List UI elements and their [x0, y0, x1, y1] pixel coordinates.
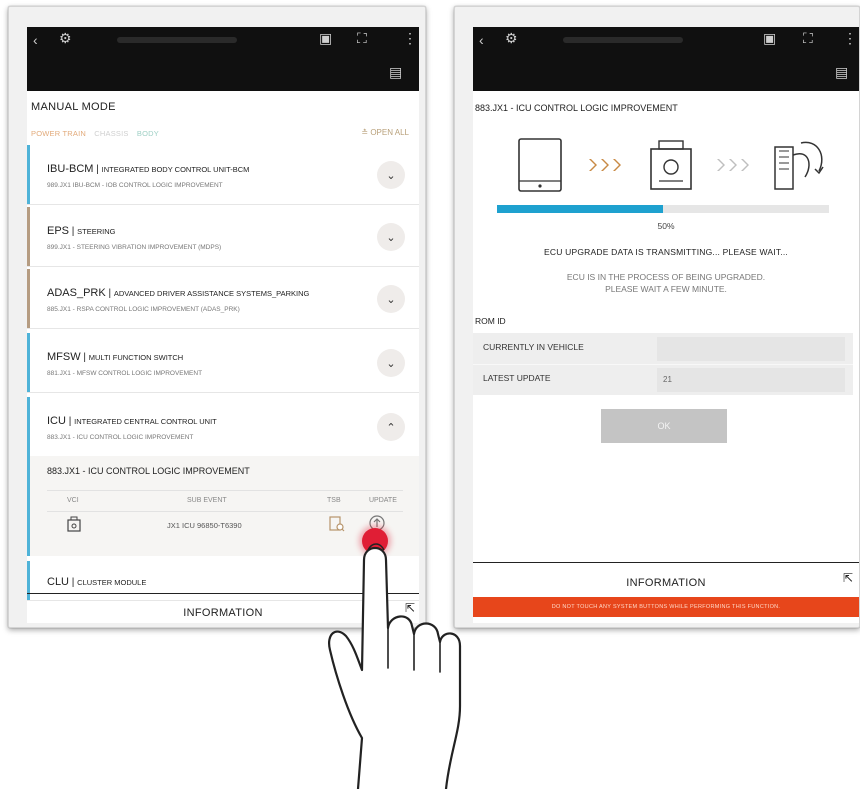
progress-fill: [497, 205, 663, 213]
column-header: SUB EVENT: [187, 497, 227, 504]
system-code: MFSW: [47, 351, 81, 363]
ok-button[interactable]: OK: [601, 409, 727, 443]
chevron-down-icon[interactable]: ⌄: [377, 161, 405, 189]
back-icon[interactable]: ‹: [479, 33, 484, 47]
accent-bar: [27, 145, 30, 204]
system-full-name: CLUSTER MODULE: [77, 578, 147, 587]
status-area: [117, 37, 237, 43]
rom-row-label: LATEST UPDATE: [483, 373, 551, 383]
system-full-name: STEERING: [77, 227, 116, 236]
system-code: CLU: [47, 576, 70, 588]
chevron-down-icon[interactable]: ⌄: [377, 223, 405, 251]
system-code: EPS: [47, 225, 70, 237]
device-status-icon[interactable]: ▣: [319, 31, 332, 45]
more-menu-icon[interactable]: ⋮: [403, 31, 417, 45]
event-title: 883.JX1 - ICU CONTROL LOGIC IMPROVEMENT: [47, 466, 250, 476]
event-title: 883.JX1 - ICU CONTROL LOGIC IMPROVEMENT: [475, 103, 678, 113]
open-all-label: OPEN ALL: [370, 128, 409, 137]
seat-module-icon: [774, 141, 824, 190]
system-name: EPS | STEERING: [47, 225, 116, 237]
pointing-hand-illustration: [328, 543, 462, 789]
category-tabs: POWER TRAIN CHASSIS BODY: [31, 129, 165, 138]
system-name: CLU | CLUSTER MODULE: [47, 576, 147, 588]
upgrade-flow-diagram: [518, 138, 824, 192]
system-code: ADAS_PRK: [47, 287, 106, 299]
vci-device-icon: [650, 140, 692, 190]
top-bar: ‹ ⚙ ▣ ⛶ ⋮ ▤: [27, 27, 419, 91]
system-event: 885.JX1 - RSPA CONTROL LOGIC IMPROVEMENT…: [47, 306, 240, 313]
rom-row-value: [657, 337, 845, 361]
vci-gear-icon[interactable]: ⚙: [505, 31, 518, 45]
chevron-down-icon[interactable]: ⌄: [377, 285, 405, 313]
accent-bar: [27, 456, 30, 556]
system-name: ICU | INTEGRATED CENTRAL CONTROL UNIT: [47, 415, 217, 427]
accent-bar: [27, 269, 30, 328]
status-detail-line: ECU IS IN THE PROCESS OF BEING UPGRADED.: [566, 272, 766, 282]
status-detail: ECU IS IN THE PROCESS OF BEING UPGRADED.…: [473, 271, 859, 295]
system-row-mfsw[interactable]: MFSW | MULTI FUNCTION SWITCH 881.JX1 - M…: [27, 333, 419, 393]
system-event: 881.JX1 - MFSW CONTROL LOGIC IMPROVEMENT: [47, 370, 203, 377]
more-menu-icon[interactable]: ⋮: [843, 31, 857, 45]
vci-icon: [67, 516, 81, 532]
tab-power-train[interactable]: POWER TRAIN: [31, 129, 86, 138]
status-detail-line: PLEASE WAIT A FEW MINUTE.: [605, 284, 727, 294]
status-area: [563, 37, 683, 43]
system-name: IBU-BCM | INTEGRATED BODY CONTROL UNIT-B…: [47, 163, 250, 175]
column-header: VCI: [67, 497, 79, 504]
tab-chassis[interactable]: CHASSIS: [94, 129, 128, 138]
top-bar: ‹ ⚙ ▣ ⛶ ⋮ ▤: [473, 27, 859, 91]
screenshot-icon[interactable]: ⛶: [357, 31, 367, 45]
system-event: 899.JX1 - STEERING VIBRATION IMPROVEMENT…: [47, 244, 222, 251]
accent-bar: [27, 397, 30, 456]
page-title: MANUAL MODE: [31, 101, 116, 113]
arrows-active-icon: [589, 159, 621, 171]
system-code: IBU-BCM: [47, 163, 94, 175]
system-row-ibu-bcm[interactable]: IBU-BCM | INTEGRATED BODY CONTROL UNIT-B…: [27, 145, 419, 205]
rom-row-value: 21: [657, 368, 845, 392]
sub-event-cell: JX1 ICU 96850-T6390: [167, 521, 242, 530]
accent-bar: [27, 333, 30, 392]
right-tablet: ‹ ⚙ ▣ ⛶ ⋮ ▤ 883.JX1 - ICU CONTROL LOGIC …: [454, 6, 860, 628]
open-all-button[interactable]: ≛ OPEN ALL: [361, 128, 409, 137]
arrows-pending-icon: [717, 159, 749, 171]
system-row-icu[interactable]: ICU | INTEGRATED CENTRAL CONTROL UNIT 88…: [27, 397, 419, 457]
accent-bar: [27, 561, 30, 600]
chevron-down-icon[interactable]: ⌄: [377, 349, 405, 377]
accent-bar: [27, 207, 30, 266]
back-icon[interactable]: ‹: [33, 33, 38, 47]
system-name: ADAS_PRK | ADVANCED DRIVER ASSISTANCE SY…: [47, 287, 310, 299]
progress-percent: 50%: [657, 221, 675, 231]
rom-row-label: CURRENTLY IN VEHICLE: [483, 342, 584, 352]
device-status-icon[interactable]: ▣: [763, 31, 776, 45]
warning-banner: DO NOT TOUCH ANY SYSTEM BUTTONS WHILE PE…: [473, 597, 859, 617]
divider: [473, 364, 853, 365]
tablet-icon: [518, 138, 562, 192]
screenshot-icon[interactable]: ⛶: [803, 31, 813, 45]
tab-body[interactable]: BODY: [137, 129, 159, 138]
vci-gear-icon[interactable]: ⚙: [59, 31, 72, 45]
system-full-name: INTEGRATED CENTRAL CONTROL UNIT: [74, 417, 217, 426]
rom-id-label: ROM ID: [475, 316, 506, 326]
status-message: ECU UPGRADE DATA IS TRANSMITTING... PLEA…: [544, 247, 788, 257]
system-full-name: MULTI FUNCTION SWITCH: [88, 353, 184, 362]
right-screen: ‹ ⚙ ▣ ⛶ ⋮ ▤ 883.JX1 - ICU CONTROL LOGIC …: [473, 27, 859, 623]
system-full-name: INTEGRATED BODY CONTROL UNIT-BCM: [101, 165, 250, 174]
system-name: MFSW | MULTI FUNCTION SWITCH: [47, 351, 184, 363]
system-code: ICU: [47, 415, 66, 427]
system-row-eps[interactable]: EPS | STEERING 899.JX1 - STEERING VIBRAT…: [27, 207, 419, 267]
system-full-name: ADVANCED DRIVER ASSISTANCE SYSTEMS_PARKI…: [113, 289, 310, 298]
rom-id-table: CURRENTLY IN VEHICLE LATEST UPDATE 21: [473, 333, 853, 395]
information-button[interactable]: INFORMATION: [473, 577, 859, 589]
share-icon[interactable]: ⇱: [843, 571, 853, 585]
chevron-up-icon[interactable]: ⌃: [377, 413, 405, 441]
system-event: 989.JX1 IBU-BCM - IOB CONTROL LOGIC IMPR…: [47, 182, 223, 189]
progress-bar: [497, 205, 829, 213]
divider: [473, 562, 859, 563]
vehicle-icon[interactable]: ▤: [389, 65, 402, 79]
vehicle-icon[interactable]: ▤: [835, 65, 848, 79]
system-row-adas-prk[interactable]: ADAS_PRK | ADVANCED DRIVER ASSISTANCE SY…: [27, 269, 419, 329]
system-event: 883.JX1 - ICU CONTROL LOGIC IMPROVEMENT: [47, 434, 194, 441]
